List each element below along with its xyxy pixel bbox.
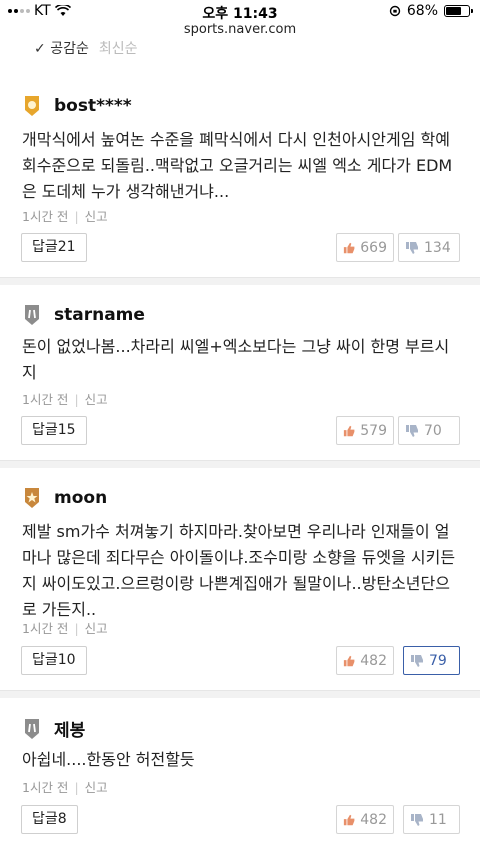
dislike-button[interactable]: 134 [398,233,460,262]
thumbs-down-icon [411,654,423,667]
comment-time: 1시간 전 [22,209,69,224]
gold-badge-icon [25,96,39,116]
comment-header: moon [22,487,107,509]
comment-meta: 1시간 전 | 신고 [22,780,108,795]
dislike-count: 134 [424,239,451,256]
comment-header: bost**** [22,95,132,117]
dislike-button[interactable]: 70 [398,416,460,445]
comment-divider [0,277,480,285]
report-link[interactable]: 신고 [85,209,108,224]
like-count: 579 [360,422,387,439]
like-button[interactable]: 482 [336,805,394,834]
thumbs-up-icon [343,655,355,666]
comment-author[interactable]: bost**** [54,96,132,116]
comment-divider [0,460,480,468]
reply-button[interactable]: 답글21 [21,233,87,262]
dislike-count: 11 [429,811,447,828]
comment-time: 1시간 전 [22,780,69,795]
battery-icon [444,5,473,17]
sort-tab-latest[interactable]: 최신순 [99,38,138,58]
thumbs-down-icon [406,424,418,437]
dislike-button[interactable]: 11 [403,805,460,834]
comment-text: 제발 sm가수 처껴놓기 하지마라.찾아보면 우리나라 인재들이 얼마나 많은데… [22,522,456,619]
comment-author[interactable]: starname [54,305,145,325]
thumbs-down-icon [406,241,418,254]
comment-author[interactable]: moon [54,488,107,508]
comment-meta: 1시간 전 | 신고 [22,209,108,224]
peace-badge-icon [25,718,39,739]
comment-author[interactable]: 제봉 [54,716,85,741]
reply-button[interactable]: 답글10 [21,646,87,675]
reply-button[interactable]: 답글15 [21,416,87,445]
orientation-lock-icon [389,5,401,17]
thumbs-up-icon [343,425,355,436]
like-button[interactable]: 669 [336,233,394,262]
comment-text: 개막식에서 높여논 수준을 폐막식에서 다시 인천아시안게임 학예회수준으로 되… [22,130,453,201]
dislike-button[interactable]: 79 [403,646,460,675]
like-count: 482 [360,811,387,828]
thumbs-down-icon [411,813,423,826]
thumbs-up-icon [343,814,355,825]
like-count: 482 [360,652,387,669]
report-link[interactable]: 신고 [85,780,108,795]
dislike-count: 70 [424,422,442,439]
comment-text: 돈이 없었나봄...차라리 씨엘+엑소보다는 그냥 싸이 한명 부르시지 [22,337,450,382]
comment-meta: 1시간 전 | 신고 [22,392,108,407]
comment-time: 1시간 전 [22,621,69,636]
check-icon: ✓ [34,41,46,57]
comment-time: 1시간 전 [22,392,69,407]
comment-text: 아쉽네....한동안 허전할듯 [22,750,195,769]
comment-meta: 1시간 전 | 신고 [22,621,108,636]
sort-tabs: ✓ 공감순 최신순 [34,38,137,58]
thumbs-up-icon [343,242,355,253]
dislike-count: 79 [429,652,447,669]
peace-badge-icon [25,305,39,325]
like-button[interactable]: 579 [336,416,394,445]
sort-tab-likes[interactable]: ✓ 공감순 [34,38,89,58]
reply-button[interactable]: 답글8 [21,805,78,834]
comment-divider [0,690,480,698]
comment-header: starname [22,304,145,326]
battery-info: 68% [389,3,473,19]
battery-fill [446,7,461,15]
report-link[interactable]: 신고 [85,621,108,636]
report-link[interactable]: 신고 [85,392,108,407]
like-count: 669 [360,239,387,256]
status-bar: KT 오후 11:43 68% [0,0,480,22]
sort-tab-likes-label: 공감순 [50,41,89,57]
battery-percent: 68% [406,3,438,19]
comment-header: 제봉 [22,716,85,741]
star-badge-icon [25,488,39,508]
like-button[interactable]: 482 [336,646,394,675]
